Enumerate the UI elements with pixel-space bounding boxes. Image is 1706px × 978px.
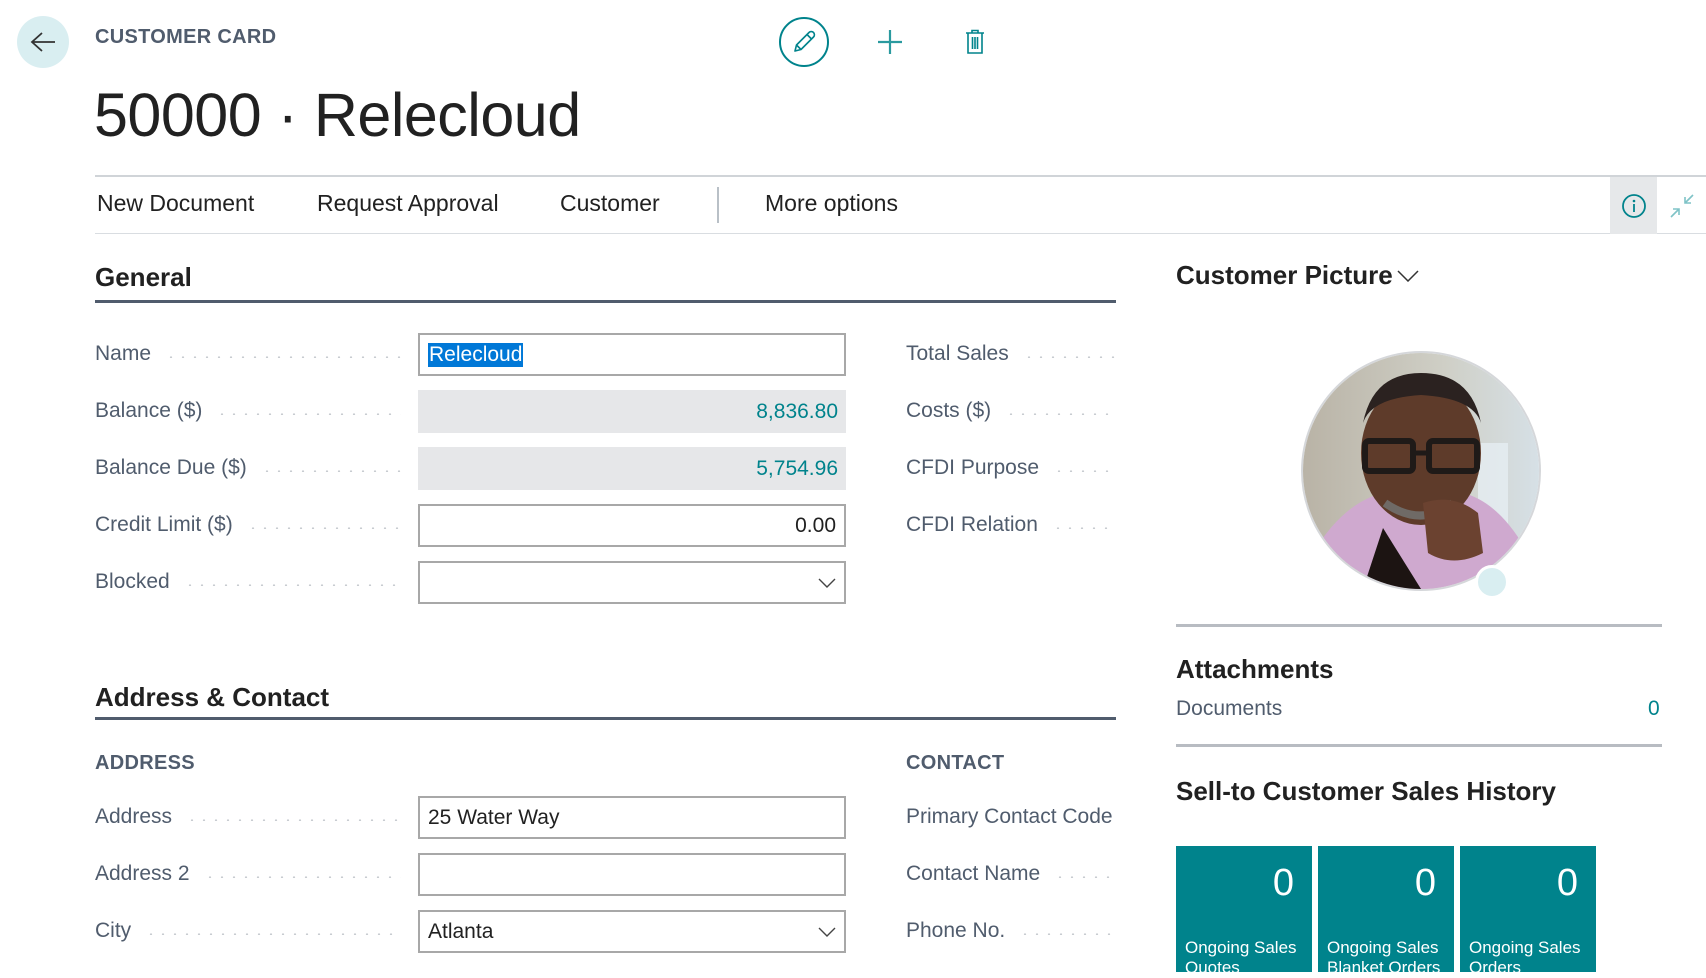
chevron-down-icon: [1397, 269, 1419, 282]
trash-icon: [966, 29, 984, 54]
field-label-name: Name: [95, 342, 401, 366]
customer-photo-image: [1303, 353, 1539, 589]
info-icon: [1621, 193, 1646, 218]
delete-button[interactable]: [955, 22, 995, 62]
tile-value: 0: [1414, 862, 1436, 904]
action-request-approval[interactable]: Request Approval: [317, 190, 499, 217]
general-section-rule: [95, 300, 1116, 303]
customer-picture-title[interactable]: Customer Picture: [1176, 260, 1419, 291]
field-label-cfdi-relation: CFDI Relation: [906, 513, 1116, 537]
action-bar: New Document Request Approval Customer M…: [95, 175, 1706, 234]
collapse-icon: [1669, 193, 1694, 218]
field-label-total-sales: Total Sales: [906, 342, 1116, 366]
pencil-icon: [794, 30, 816, 52]
balance-due-value[interactable]: 5,754.96: [418, 447, 846, 490]
field-label-blocked: Blocked: [95, 570, 401, 594]
address-contact-section-title[interactable]: Address & Contact: [95, 682, 329, 713]
new-button[interactable]: [870, 22, 910, 62]
address-subheading: ADDRESS: [95, 752, 195, 774]
page-caption: CUSTOMER CARD: [95, 26, 277, 48]
back-button[interactable]: [17, 16, 69, 68]
attachments-title: Attachments: [1176, 654, 1334, 684]
tile-ongoing-sales-quotes[interactable]: 0 Ongoing Sales Quotes: [1176, 846, 1312, 977]
field-label-contact-name: Contact Name: [906, 862, 1116, 886]
factbox-rule: [1176, 624, 1662, 627]
edit-button[interactable]: [779, 17, 829, 67]
field-label-primary-contact-code: Primary Contact Code: [906, 805, 1113, 828]
field-label-address: Address: [95, 805, 401, 829]
field-label-cfdi-purpose: CFDI Purpose: [906, 456, 1116, 480]
contact-subheading: CONTACT: [906, 752, 1005, 774]
factbox-rule: [1176, 744, 1662, 747]
sales-history-title: Sell-to Customer Sales History: [1176, 776, 1556, 806]
field-label-phone-no: Phone No.: [906, 919, 1116, 943]
name-input[interactable]: Relecloud: [418, 333, 846, 376]
field-label-credit-limit: Credit Limit ($): [95, 513, 401, 537]
field-label-costs: Costs ($): [906, 399, 1116, 423]
customer-photo[interactable]: [1301, 351, 1541, 591]
field-label-balance-due: Balance Due ($): [95, 456, 401, 480]
documents-label: Documents: [1176, 697, 1283, 720]
address-contact-section-rule: [95, 717, 1116, 720]
balance-value[interactable]: 8,836.80: [418, 390, 846, 433]
field-label-city: City: [95, 919, 401, 943]
page-title: 50000 · Relecloud: [94, 81, 581, 149]
tile-ongoing-sales-blanket-orders[interactable]: 0 Ongoing Sales Blanket Orders: [1318, 846, 1454, 977]
tile-label: Ongoing Sales Orders: [1469, 938, 1581, 977]
plus-icon: [878, 30, 902, 54]
action-separator: [717, 187, 719, 223]
factbox-info-button[interactable]: [1610, 177, 1657, 234]
tile-label: Ongoing Sales Quotes: [1185, 938, 1297, 977]
chevron-down-icon: [818, 578, 836, 588]
action-more-options[interactable]: More options: [765, 190, 898, 217]
field-label-address-2: Address 2: [95, 862, 401, 886]
field-label-balance: Balance ($): [95, 399, 401, 423]
action-new-document[interactable]: New Document: [97, 190, 254, 217]
photo-edit-badge[interactable]: [1475, 565, 1509, 599]
general-section-title[interactable]: General: [95, 262, 192, 293]
chevron-down-icon: [818, 927, 836, 937]
tile-value: 0: [1556, 862, 1578, 904]
address-input[interactable]: 25 Water Way: [418, 796, 846, 839]
address-2-input[interactable]: [418, 853, 846, 896]
city-select[interactable]: Atlanta: [418, 910, 846, 953]
tile-label: Ongoing Sales Blanket Orders: [1327, 938, 1441, 977]
blocked-select[interactable]: [418, 561, 846, 604]
action-customer[interactable]: Customer: [560, 190, 660, 217]
tile-value: 0: [1272, 862, 1294, 904]
credit-limit-input[interactable]: 0.00: [418, 504, 846, 547]
tile-ongoing-sales-orders[interactable]: 0 Ongoing Sales Orders: [1460, 846, 1596, 977]
documents-count[interactable]: 0: [1648, 697, 1660, 721]
collapse-button[interactable]: [1659, 177, 1704, 234]
back-arrow-icon: [30, 32, 55, 52]
